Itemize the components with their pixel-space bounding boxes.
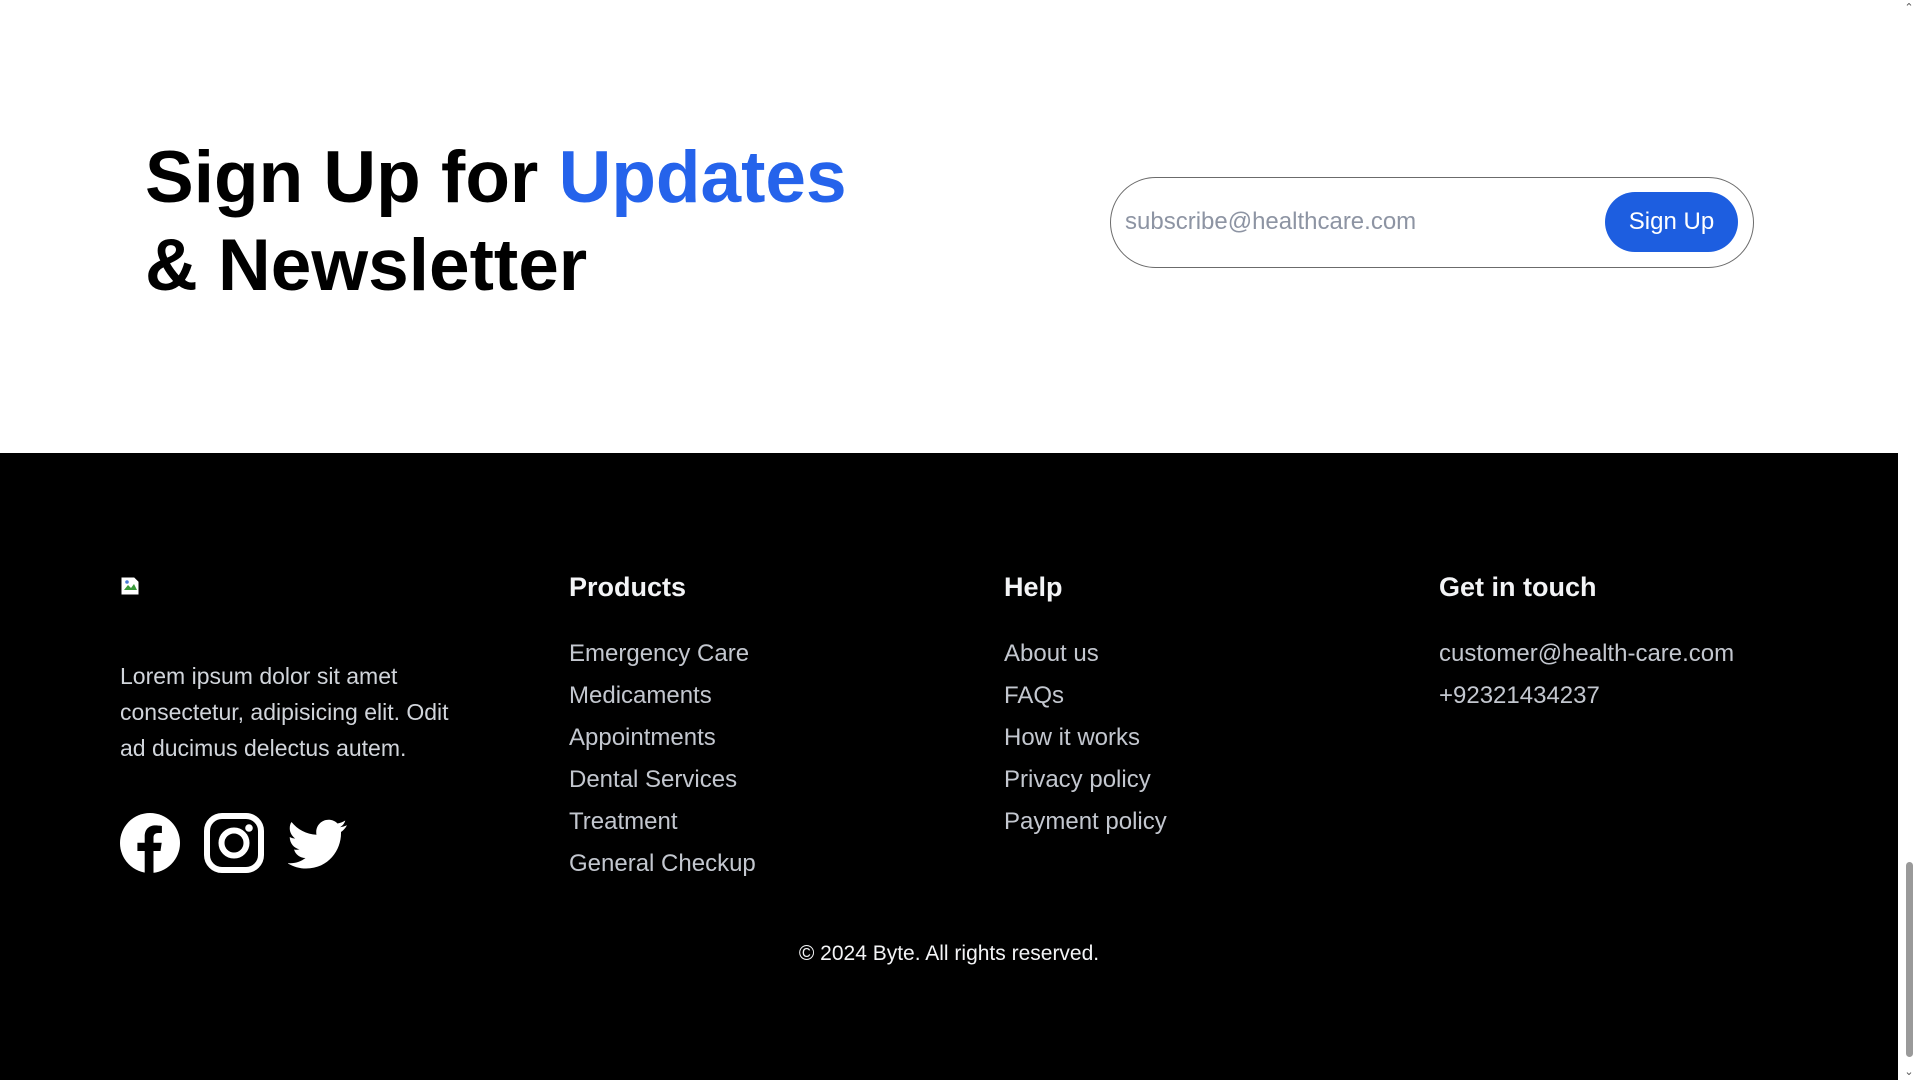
help-heading: Help [1004, 572, 1063, 602]
help-link-faqs[interactable]: FAQs [1004, 675, 1167, 717]
newsletter-section: Sign Up for Updates& Newsletter Sign Up [0, 0, 1898, 453]
help-link-privacy-policy[interactable]: Privacy policy [1004, 759, 1167, 801]
scroll-up-arrow-icon[interactable]: ⌃ [1898, 0, 1920, 16]
email-input[interactable] [1125, 178, 1605, 266]
product-link-general-checkup[interactable]: General Checkup [569, 843, 756, 885]
product-link-appointments[interactable]: Appointments [569, 717, 756, 759]
subscribe-form: Sign Up [1110, 177, 1754, 268]
scroll-down-arrow-icon[interactable]: ⌄ [1898, 1064, 1920, 1080]
footer-about-text: Lorem ipsum dolor sit amet consectetur, … [120, 663, 449, 761]
help-list: About us FAQs How it works Privacy polic… [1004, 633, 1167, 843]
contact-column: Get in touch customer@health-care.com +9… [1439, 571, 1734, 717]
products-heading: Products [569, 572, 687, 602]
social-links [120, 813, 348, 873]
product-link-treatment[interactable]: Treatment [569, 801, 756, 843]
heading-text-line2: & Newsletter [145, 225, 588, 306]
broken-logo-image[interactable] [120, 575, 144, 599]
copyright-text: © 2024 Byte. All rights reserved. [798, 942, 1100, 965]
heading-accent-text: Updates [558, 137, 847, 218]
help-column: Help About us FAQs How it works Privacy … [1004, 571, 1167, 843]
contact-phone-link[interactable]: +92321434237 [1439, 675, 1734, 717]
contact-email-link[interactable]: customer@health-care.com [1439, 633, 1734, 675]
facebook-icon[interactable] [120, 813, 180, 873]
contact-heading: Get in touch [1439, 572, 1597, 602]
heading-text-part1: Sign Up for [145, 137, 559, 218]
product-link-emergency-care[interactable]: Emergency Care [569, 633, 756, 675]
scroll-thumb[interactable] [1906, 862, 1913, 1057]
contact-list: customer@health-care.com +92321434237 [1439, 633, 1734, 717]
instagram-icon[interactable] [204, 813, 264, 873]
footer: Lorem ipsum dolor sit amet consectetur, … [0, 453, 1898, 1080]
page-scrollbar[interactable]: ⌃ ⌄ [1898, 0, 1920, 1080]
help-link-about-us[interactable]: About us [1004, 633, 1167, 675]
help-link-how-it-works[interactable]: How it works [1004, 717, 1167, 759]
help-link-payment-policy[interactable]: Payment policy [1004, 801, 1167, 843]
sign-up-button[interactable]: Sign Up [1605, 192, 1738, 252]
twitter-icon[interactable] [288, 813, 348, 873]
product-link-dental-services[interactable]: Dental Services [569, 759, 756, 801]
newsletter-heading: Sign Up for Updates & Newsletter [145, 134, 847, 310]
products-column: Products Emergency Care Medicaments Appo… [569, 571, 756, 885]
products-list: Emergency Care Medicaments Appointments … [569, 633, 756, 885]
product-link-medicaments[interactable]: Medicaments [569, 675, 756, 717]
